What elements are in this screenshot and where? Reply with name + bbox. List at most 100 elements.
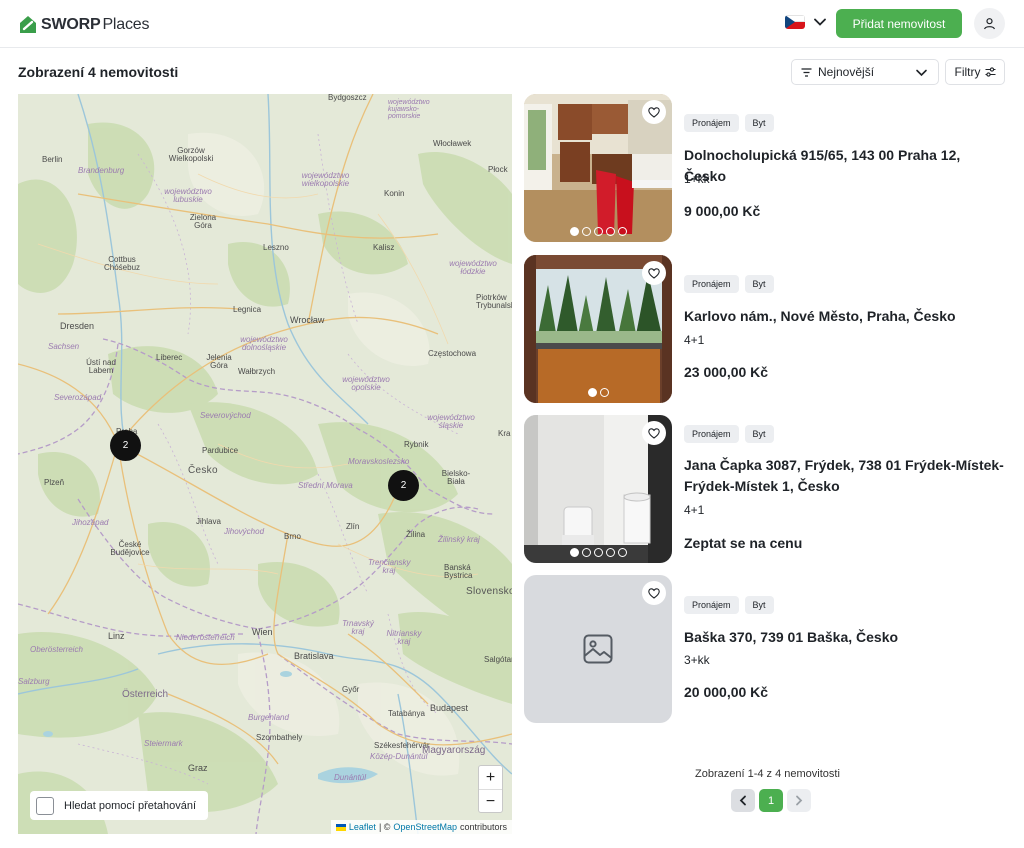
property-price: 23 000,00 Kč xyxy=(684,364,769,380)
property-photo-balcony[interactable] xyxy=(524,255,672,403)
carousel-dot[interactable] xyxy=(569,227,579,236)
map-label-nitriansky: Nitriansky kraj xyxy=(386,629,422,646)
property-card[interactable]: Pronájem Byt Karlovo nám., Nové Město, P… xyxy=(524,255,1004,403)
map-label-burgenland: Burgenland xyxy=(248,713,289,722)
photo-carousel-dots xyxy=(524,548,672,557)
chevron-down-icon xyxy=(916,69,927,77)
property-card[interactable]: Pronájem Byt Dolnocholupická 915/65, 143… xyxy=(524,94,1004,242)
map-label-woj-opolskie: województwo opolskie xyxy=(342,375,390,392)
map-label-jihovychod: Jihovýchod xyxy=(224,527,265,536)
carousel-dot[interactable] xyxy=(617,548,627,557)
language-selector[interactable] xyxy=(785,15,826,29)
property-tags: Pronájem Byt xyxy=(684,114,774,132)
map-label-jelenia: Jelenia Góra xyxy=(206,353,232,370)
top-bar: SWORP Places Přidat nemovitost xyxy=(0,0,1024,48)
map-label-brno: Brno xyxy=(284,532,301,541)
pagination-page-button[interactable]: 1 xyxy=(759,789,783,812)
leaflet-link[interactable]: Leaflet xyxy=(349,822,376,832)
carousel-dot[interactable] xyxy=(593,548,603,557)
map-attribution: Leaflet | © OpenStreetMap contributors xyxy=(330,820,512,834)
heart-icon xyxy=(648,587,660,599)
map-cluster-marker[interactable]: 2 xyxy=(388,470,419,501)
map-label-wroclaw: Wrocław xyxy=(290,315,325,325)
tag-property-type: Byt xyxy=(744,425,774,443)
map-label-jihozapad: Jihozápad xyxy=(72,518,109,527)
map-label-oberosterreich: Oberösterreich xyxy=(30,645,83,654)
zoom-in-button[interactable]: + xyxy=(479,766,502,790)
map-label-moravskoslezsko: Moravskoslezsko xyxy=(348,457,410,466)
carousel-dot[interactable] xyxy=(581,548,591,557)
tag-offer-type: Pronájem xyxy=(684,425,739,443)
map-label-salzburg: Salzburg xyxy=(18,677,50,686)
property-card[interactable]: Pronájem Byt Jana Čapka 3087, Frýdek, 73… xyxy=(524,415,1004,563)
map-label-bydgoszcz: Bydgoszcz xyxy=(328,94,367,102)
carousel-dot[interactable] xyxy=(605,548,615,557)
carousel-dot[interactable] xyxy=(593,227,603,236)
favorite-button[interactable] xyxy=(642,421,666,445)
map-label-trnavsky: Trnavský kraj xyxy=(342,619,374,636)
map-label-niederosterreich: Niederösterreich xyxy=(176,633,235,642)
map-label-bielsko: Bielsko-Biała xyxy=(441,469,471,486)
photo-carousel-dots xyxy=(524,388,672,397)
map-label-magyarorszag: Magyarország xyxy=(422,745,486,756)
carousel-dot[interactable] xyxy=(581,227,591,236)
map-label-dunantul: Dunántúl xyxy=(334,773,367,782)
pagination-next-button[interactable] xyxy=(787,789,811,812)
map-label-woj-lodzkie: województwo łódzkie xyxy=(449,259,497,276)
map-label-severozapad: Severozápad xyxy=(54,393,102,402)
favorite-button[interactable] xyxy=(642,261,666,285)
carousel-dot[interactable] xyxy=(569,548,579,557)
carousel-dot[interactable] xyxy=(599,388,609,397)
property-address[interactable]: Dolnocholupická 915/65, 143 00 Praha 12,… xyxy=(684,145,1004,187)
filters-button[interactable]: Filtry xyxy=(945,59,1005,85)
zoom-out-button[interactable]: − xyxy=(479,790,502,814)
property-photo-bathroom[interactable] xyxy=(524,415,672,563)
map-label-pardubice: Pardubice xyxy=(202,446,239,455)
add-property-button[interactable]: Přidat nemovitost xyxy=(836,9,962,38)
property-price: 20 000,00 Kč xyxy=(684,684,769,700)
drag-search-control: Hledat pomocí přetahování xyxy=(30,791,208,820)
filters-label: Filtry xyxy=(954,65,981,79)
favorite-button[interactable] xyxy=(642,100,666,124)
property-address[interactable]: Baška 370, 739 01 Baška, Česko xyxy=(684,627,1004,648)
brand-logo[interactable]: SWORP Places xyxy=(18,14,149,36)
photo-carousel-dots xyxy=(524,227,672,236)
heart-icon xyxy=(648,427,660,439)
map-cluster-marker[interactable]: 2 xyxy=(110,430,141,461)
tag-offer-type: Pronájem xyxy=(684,275,739,293)
map-label-plock: Płock xyxy=(488,165,508,174)
property-tags: Pronájem Byt xyxy=(684,425,774,443)
map-label-banska: Banská Bystrica xyxy=(444,563,473,580)
map-label-wloclawek: Włocławek xyxy=(433,139,472,148)
logo-mark-icon xyxy=(20,16,36,33)
map-label-jihlava: Jihlava xyxy=(196,517,221,526)
sort-select[interactable]: Nejnovější xyxy=(791,59,939,85)
user-menu-button[interactable] xyxy=(974,8,1005,39)
map-label-trenciansky: Trenčiansky kraj xyxy=(368,558,411,575)
map-label-wien: Wien xyxy=(252,627,273,637)
openstreetmap-link[interactable]: OpenStreetMap xyxy=(393,822,457,832)
property-photo-kitchen[interactable] xyxy=(524,94,672,242)
carousel-dot[interactable] xyxy=(587,388,597,397)
carousel-dot[interactable] xyxy=(605,227,615,236)
map-label-kozep: Közép-Dunántúl xyxy=(370,752,428,761)
map-label-slovensko: Slovensko xyxy=(466,586,512,597)
drag-search-checkbox[interactable] xyxy=(36,796,54,815)
property-card[interactable]: Pronájem Byt Baška 370, 739 01 Baška, Če… xyxy=(524,575,1004,723)
map-label-rybnik: Rybnik xyxy=(404,440,429,449)
map-label-bratislava: Bratislava xyxy=(294,651,334,661)
map-label-woj-lubuskie: województwo lubuskie xyxy=(164,187,212,204)
favorite-button[interactable] xyxy=(642,581,666,605)
heart-icon xyxy=(648,267,660,279)
property-photo-placeholder[interactable] xyxy=(524,575,672,723)
property-address[interactable]: Karlovo nám., Nové Město, Praha, Česko xyxy=(684,306,1004,327)
carousel-dot[interactable] xyxy=(617,227,627,236)
pagination-prev-button[interactable] xyxy=(731,789,755,812)
property-map[interactable]: Bydgoszcz województwo kujawsko-pomorskie… xyxy=(18,94,512,834)
property-address[interactable]: Jana Čapka 3087, Frýdek, 738 01 Frýdek-M… xyxy=(684,455,1004,497)
map-label-ceske-budejovice: České Budějovice xyxy=(110,540,150,557)
map-label-cesko: Česko xyxy=(188,465,218,476)
map-label-plzen: Plzeň xyxy=(44,478,65,487)
user-icon xyxy=(984,18,995,30)
map-label-czestochowa: Częstochowa xyxy=(428,349,477,358)
